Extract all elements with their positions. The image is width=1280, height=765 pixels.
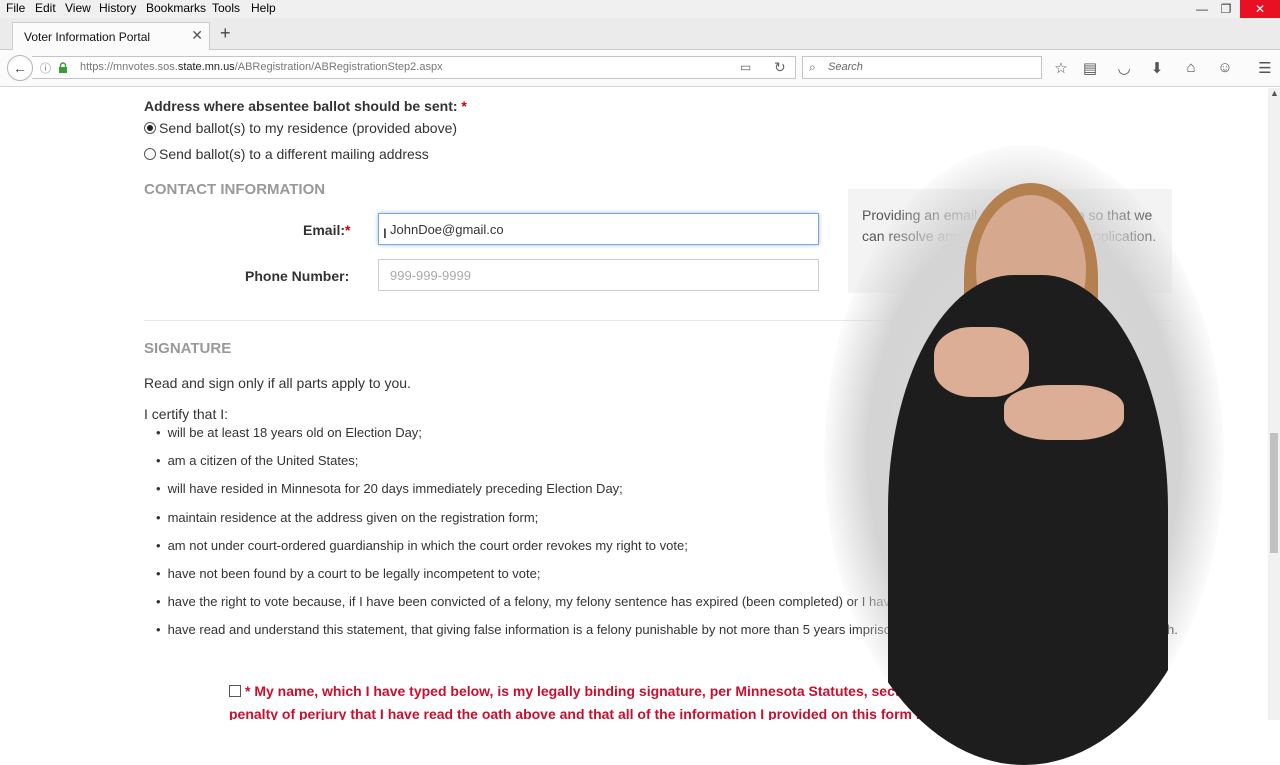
oath-checkbox[interactable] xyxy=(229,685,241,697)
interpreter-hand xyxy=(934,327,1029,397)
new-tab-icon[interactable]: + xyxy=(220,23,231,44)
mailing-radio[interactable] xyxy=(144,148,156,160)
scroll-up-icon[interactable]: ▲ xyxy=(1270,88,1279,98)
download-icon[interactable]: ⬇ xyxy=(1147,59,1167,77)
reader-view-icon[interactable]: ▭ xyxy=(740,60,751,74)
tab-title: Voter Information Portal xyxy=(24,30,151,44)
interpreter-hand xyxy=(1004,385,1124,440)
home-icon[interactable]: ⌂ xyxy=(1181,59,1201,76)
menu-help[interactable]: Help xyxy=(251,1,276,15)
tab-strip: Voter Information Portal ✕ + xyxy=(0,18,1280,51)
sign-language-interpreter-video xyxy=(824,145,1224,765)
url-bar[interactable]: ⓘ https://mnvotes.sos.state.mn.us/ABRegi… xyxy=(32,56,796,79)
search-box[interactable]: ⌕ Search xyxy=(802,56,1042,79)
text-cursor-icon: I xyxy=(383,225,387,241)
certify-text: I certify that I: xyxy=(144,406,229,422)
email-label: Email:* xyxy=(303,222,351,238)
scrollbar-thumb[interactable] xyxy=(1270,433,1278,553)
search-icon: ⌕ xyxy=(809,60,816,74)
menu-history[interactable]: History xyxy=(99,1,136,15)
menu-bar: File Edit View History Bookmarks Tools H… xyxy=(0,0,1280,18)
tab-close-icon[interactable]: ✕ xyxy=(191,27,203,44)
lock-icon xyxy=(59,62,67,73)
hamburger-menu-icon[interactable]: ☰ xyxy=(1255,59,1275,77)
contact-heading: CONTACT INFORMATION xyxy=(144,181,326,198)
sign-instruction: Read and sign only if all parts apply to… xyxy=(144,375,411,391)
library-icon[interactable]: ▤ xyxy=(1080,59,1100,77)
window-close-icon[interactable]: ✕ xyxy=(1240,0,1280,18)
menu-edit[interactable]: Edit xyxy=(35,1,56,15)
bookmark-star-icon[interactable]: ☆ xyxy=(1051,59,1071,77)
phone-label: Phone Number: xyxy=(245,268,350,284)
residence-radio[interactable] xyxy=(144,122,156,134)
menu-tools[interactable]: Tools xyxy=(212,1,240,15)
email-field[interactable]: JohnDoe@gmail.co xyxy=(378,213,819,245)
menu-file[interactable]: File xyxy=(6,1,25,15)
chat-icon[interactable]: ☺ xyxy=(1215,59,1235,76)
pocket-icon[interactable]: ◡ xyxy=(1114,59,1134,77)
reload-icon[interactable]: ↻ xyxy=(774,59,786,76)
info-icon[interactable]: ⓘ xyxy=(40,60,51,76)
ballot-address-label: Address where absentee ballot should be … xyxy=(144,98,467,114)
back-arrow-icon[interactable]: ← xyxy=(7,55,33,81)
menu-view[interactable]: View xyxy=(65,1,91,15)
phone-field[interactable]: 999-999-9999 xyxy=(378,259,819,291)
page-scrollbar[interactable]: ▲ xyxy=(1268,88,1280,720)
navigation-bar: ⓘ https://mnvotes.sos.state.mn.us/ABRegi… xyxy=(0,50,1280,87)
signature-heading: SIGNATURE xyxy=(144,340,232,357)
option-residence[interactable]: Send ballot(s) to my residence (provided… xyxy=(144,120,457,136)
search-placeholder: Search xyxy=(828,61,863,73)
url-text[interactable]: https://mnvotes.sos.state.mn.us/ABRegist… xyxy=(80,61,443,73)
menu-bookmarks[interactable]: Bookmarks xyxy=(146,1,206,15)
tab-voter-portal[interactable]: Voter Information Portal ✕ xyxy=(12,22,210,51)
option-mailing[interactable]: Send ballot(s) to a different mailing ad… xyxy=(144,146,429,162)
